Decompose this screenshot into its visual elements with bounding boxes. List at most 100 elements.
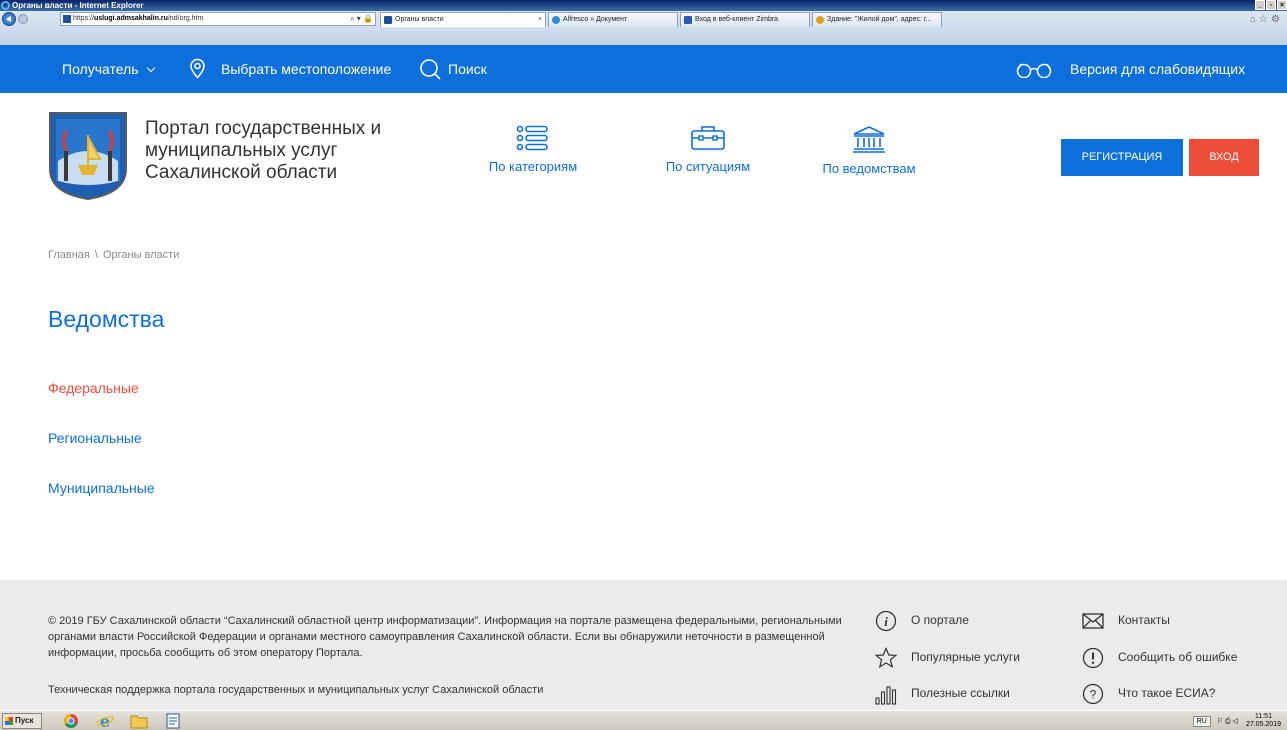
- footer-support-text: Техническая поддержка портала государств…: [48, 684, 544, 696]
- list-icon: [516, 125, 548, 151]
- tab-close-icon[interactable]: ×: [538, 13, 542, 27]
- regional-departments-link[interactable]: Региональные: [48, 430, 142, 446]
- category-by-departments[interactable]: По ведомствам: [819, 125, 919, 176]
- accessibility-version-link[interactable]: Версия для слабовидящих: [1070, 45, 1245, 93]
- svg-text:?: ?: [1090, 688, 1097, 702]
- start-button[interactable]: Пуск: [2, 713, 42, 729]
- svg-text:i: i: [884, 614, 888, 629]
- category-label: По категориям: [488, 159, 578, 174]
- accessibility-label: Версия для слабовидящих: [1070, 61, 1246, 77]
- back-button[interactable]: [2, 12, 16, 26]
- category-label: По ситуациям: [665, 159, 751, 174]
- federal-departments-link[interactable]: Федеральные: [48, 380, 139, 396]
- site-footer: © 2019 ГБУ Сахалинской области “Сахалинс…: [0, 580, 1287, 710]
- login-button[interactable]: ВХОД: [1189, 139, 1259, 176]
- briefcase-icon: [691, 126, 725, 150]
- browser-title-bar: Органы власти - Internet Explorer _ ▫ ×: [0, 0, 1287, 11]
- forward-button[interactable]: [18, 14, 28, 24]
- star-icon: [875, 647, 897, 669]
- footer-link-label: Полезные ссылки: [911, 686, 1010, 700]
- register-button[interactable]: РЕГИСТРАЦИЯ: [1061, 139, 1183, 176]
- browser-home-favorites-icon[interactable]: ⌂☆⚙: [1250, 14, 1283, 25]
- exclamation-icon: [1082, 647, 1104, 669]
- footer-copyright: © 2019 ГБУ Сахалинской области “Сахалинс…: [48, 615, 842, 659]
- info-icon: i: [875, 610, 897, 632]
- site-favicon-icon: [63, 15, 71, 23]
- browser-tabs: Органы власти × Alfresco » Документ Вход…: [380, 12, 944, 28]
- sakhalin-coat-of-arms-icon[interactable]: [48, 111, 128, 201]
- search-icon: [420, 59, 441, 80]
- page-title: Ведомства: [48, 306, 165, 332]
- internet-explorer-icon[interactable]: e: [96, 713, 114, 729]
- browser-tab[interactable]: Вход в веб-клиент Zimbra: [680, 12, 810, 27]
- chevron-down-icon: [146, 63, 155, 73]
- tab-favicon-icon: [384, 16, 392, 24]
- envelope-icon: [1082, 613, 1104, 629]
- browser-tab[interactable]: Органы власти ×: [380, 12, 546, 27]
- location-pin-icon: [190, 58, 205, 79]
- breadcrumb: Главная \ Органы власти: [48, 249, 179, 261]
- portal-title-line: Сахалинской области: [145, 162, 338, 183]
- windows-taskbar: Пуск e RU ⚐ ⎙ ◁ 11:51 27.05.2019: [0, 710, 1287, 730]
- address-host: uslugi.admsakhalin.ru: [94, 15, 168, 22]
- chrome-icon[interactable]: [62, 713, 80, 729]
- tray-icons[interactable]: ⚐ ⎙ ◁: [1217, 717, 1238, 726]
- portal-title-line: муниципальных услуг: [145, 140, 338, 161]
- footer-link-popular-services[interactable]: Популярные услуги: [875, 647, 1045, 669]
- minimize-button[interactable]: _: [1255, 0, 1265, 10]
- tab-favicon-icon: [684, 16, 692, 24]
- browser-toolbar: https://uslugi.admsakhalin.ru/nd/org.htm…: [0, 11, 1287, 45]
- footer-link-esia[interactable]: ? Что такое ЕСИА?: [1082, 683, 1252, 705]
- location-button[interactable]: Выбрать местоположение: [221, 45, 391, 93]
- breadcrumb-current: Органы власти: [102, 249, 180, 261]
- tab-label: Alfresco » Документ: [563, 16, 628, 23]
- address-path: /nd/org.htm: [167, 15, 204, 22]
- folder-icon[interactable]: [130, 713, 148, 729]
- bar-chart-icon: [875, 686, 897, 705]
- tab-label: Здание: "Жилой дом", адрес: г...: [827, 16, 932, 23]
- footer-link-contacts[interactable]: Контакты: [1082, 610, 1232, 632]
- restore-button[interactable]: ▫: [1266, 0, 1276, 10]
- browser-tab[interactable]: Alfresco » Документ: [548, 12, 678, 27]
- search-label: Поиск: [448, 61, 487, 77]
- site-top-bar: Получатель Выбрать местоположение Поиск …: [0, 45, 1287, 93]
- address-tools-icon[interactable]: ⌕ ▾ 🔒: [350, 13, 373, 25]
- footer-link-label: Контакты: [1118, 613, 1170, 627]
- footer-link-report-error[interactable]: Сообщить об ошибке: [1082, 647, 1262, 669]
- system-tray: RU ⚐ ⎙ ◁ 11:51 27.05.2019: [1192, 712, 1287, 730]
- address-bar[interactable]: https://uslugi.admsakhalin.ru/nd/org.htm…: [60, 12, 376, 26]
- tab-label: Вход в веб-клиент Zimbra: [695, 16, 779, 23]
- footer-link-label: О портале: [911, 613, 969, 627]
- location-label: Выбрать местоположение: [221, 61, 392, 77]
- address-prefix: https://: [73, 15, 95, 22]
- breadcrumb-home-link[interactable]: Главная: [48, 249, 90, 261]
- search-button[interactable]: Поиск: [448, 45, 487, 93]
- portal-title-line: Портал государственных и: [145, 118, 382, 139]
- footer-link-label: Популярные услуги: [911, 650, 1020, 664]
- browser-tab[interactable]: Здание: "Жилой дом", адрес: г...: [812, 12, 942, 27]
- building-icon: [853, 126, 885, 153]
- svg-text:e: e: [100, 713, 110, 729]
- question-icon: ?: [1082, 683, 1104, 705]
- window-title: Органы власти - Internet Explorer: [12, 1, 144, 10]
- window-controls: _ ▫ ×: [1254, 0, 1287, 11]
- footer-link-about[interactable]: i О портале: [875, 610, 1025, 632]
- glasses-icon: [1016, 63, 1052, 78]
- system-clock[interactable]: 11:51 27.05.2019: [1246, 713, 1281, 729]
- category-by-categories[interactable]: По категориям: [483, 125, 583, 174]
- municipal-departments-link[interactable]: Муниципальные: [48, 480, 155, 496]
- recipient-dropdown[interactable]: Получатель: [62, 45, 155, 93]
- ie-logo-icon: [1, 1, 10, 10]
- footer-link-useful-links[interactable]: Полезные ссылки: [875, 683, 1045, 705]
- portal-title[interactable]: Портал государственных и муниципальных у…: [145, 118, 415, 184]
- clock-date: 27.05.2019: [1245, 721, 1281, 728]
- close-window-button[interactable]: ×: [1277, 0, 1287, 10]
- recipient-label: Получатель: [62, 61, 139, 77]
- start-label: Пуск: [15, 716, 34, 725]
- language-indicator[interactable]: RU: [1192, 715, 1211, 727]
- category-by-situations[interactable]: По ситуациям: [658, 125, 758, 174]
- clock-time: 11:51: [1254, 713, 1272, 720]
- category-label: По ведомствам: [822, 161, 916, 176]
- footer-link-label: Что такое ЕСИА?: [1118, 686, 1216, 700]
- document-icon[interactable]: [164, 713, 182, 729]
